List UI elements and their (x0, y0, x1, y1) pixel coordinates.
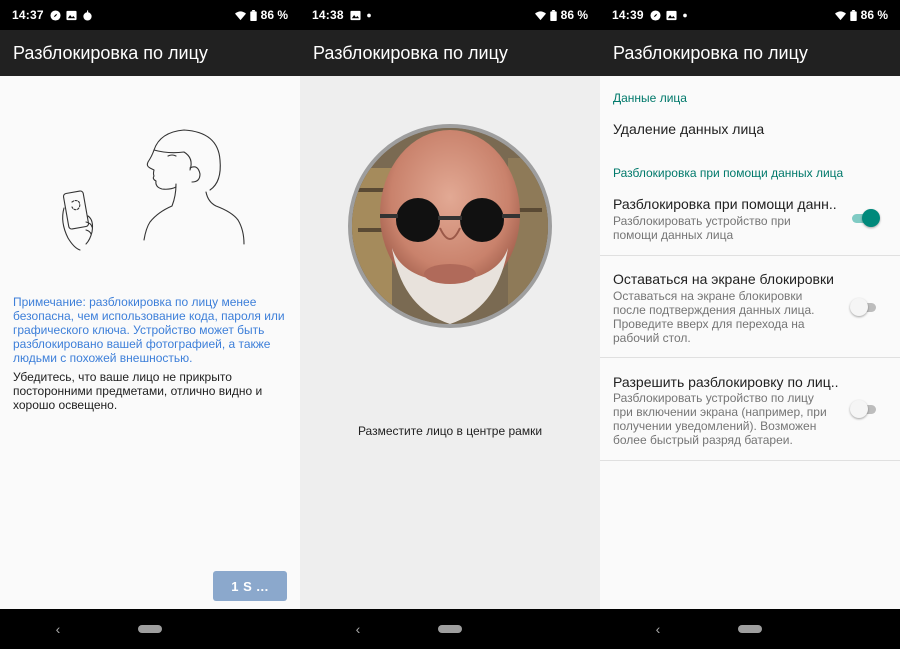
camera-preview-frame (348, 124, 552, 328)
home-pill-icon[interactable] (738, 625, 762, 633)
compass-notification-icon (650, 9, 661, 21)
status-bar: 14:38 86 % (300, 0, 600, 30)
security-note: Примечание: разблокировка по лицу менее … (13, 295, 285, 365)
back-icon[interactable]: ‹ (650, 621, 666, 637)
section-header-face-unlock: Разблокировка при помощи данных лица (613, 166, 844, 180)
unlock-with-face-toggle[interactable] (850, 208, 880, 228)
back-icon[interactable]: ‹ (350, 621, 366, 637)
status-time: 14:37 (12, 8, 44, 22)
screen-face-capture: 14:38 86 % Разблокировка по лицу Размест… (300, 0, 600, 649)
pref-stay-on-lockscreen-summary: Оставаться на экране блокировки после по… (613, 289, 815, 345)
wifi-icon (834, 10, 846, 20)
divider (600, 460, 900, 461)
battery-icon (249, 9, 257, 21)
page-title: Разблокировка по лицу (600, 30, 900, 76)
more-notifications-icon (682, 13, 687, 17)
divider (600, 255, 900, 256)
battery-level: 86 % (260, 8, 288, 22)
navigation-bar: ‹ (600, 609, 900, 649)
gallery-notification-icon (666, 10, 677, 20)
gallery-notification-icon (66, 10, 77, 20)
delete-face-data-item[interactable]: Удаление данных лица (613, 121, 764, 137)
status-bar: 14:37 86 % (0, 0, 300, 30)
battery-icon (849, 9, 857, 21)
navigation-bar: ‹ (0, 609, 300, 649)
page-title: Разблокировка по лицу (0, 30, 300, 76)
battery-icon (549, 9, 557, 21)
wifi-icon (534, 10, 546, 20)
pref-unlock-with-face-title[interactable]: Разблокировка при помощи данн.. (613, 196, 837, 212)
gallery-notification-icon (350, 10, 361, 20)
compass-notification-icon (50, 9, 61, 21)
allow-face-unlock-toggle[interactable] (850, 399, 880, 419)
stay-on-lockscreen-toggle[interactable] (850, 297, 880, 317)
home-pill-icon[interactable] (438, 625, 462, 633)
fruit-notification-icon (83, 9, 92, 21)
status-time: 14:39 (612, 8, 644, 22)
home-pill-icon[interactable] (138, 625, 162, 633)
battery-level: 86 % (860, 8, 888, 22)
pref-allow-face-unlock-title[interactable]: Разрешить разблокировку по лиц.. (613, 374, 839, 390)
capture-instruction: Разместите лицо в центре рамки (357, 424, 543, 438)
camera-face-preview (352, 128, 548, 324)
navigation-bar: ‹ (300, 609, 600, 649)
page-title: Разблокировка по лицу (300, 30, 600, 76)
face-visibility-hint: Убедитесь, что ваше лицо не прикрыто пос… (13, 370, 263, 412)
wifi-icon (234, 10, 246, 20)
back-icon[interactable]: ‹ (50, 621, 66, 637)
pref-stay-on-lockscreen-title[interactable]: Оставаться на экране блокировки (613, 271, 834, 287)
screen-face-settings: 14:39 86 % Разблокировка по лицу Данные … (600, 0, 900, 649)
more-notifications-icon (366, 13, 371, 17)
face-scan-illustration-icon (62, 129, 245, 251)
section-header-face-data: Данные лица (613, 91, 687, 105)
pref-allow-face-unlock-summary: Разблокировать устройство по лицу при вк… (613, 391, 827, 447)
battery-level: 86 % (560, 8, 588, 22)
status-bar: 14:39 86 % (600, 0, 900, 30)
status-time: 14:38 (312, 8, 344, 22)
continue-button[interactable]: 1 S ... (213, 571, 287, 601)
divider (600, 357, 900, 358)
screen-face-unlock-intro: 14:37 86 % Разблокировка по лицу Примеча… (0, 0, 300, 649)
pref-unlock-with-face-summary: Разблокировать устройство при помощи дан… (613, 214, 791, 242)
